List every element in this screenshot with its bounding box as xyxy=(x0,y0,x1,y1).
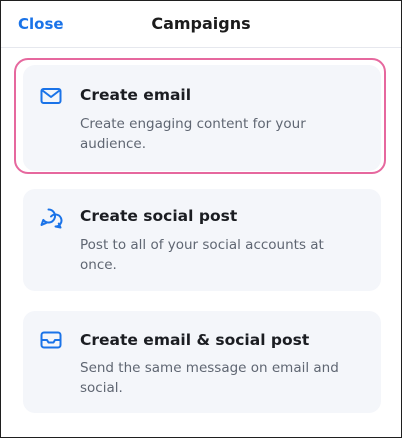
option-title: Create social post xyxy=(80,207,238,225)
header-bar: Close Campaigns xyxy=(1,1,401,48)
inbox-icon xyxy=(39,328,63,352)
option-create-social-post[interactable]: Create social post Post to all of your s… xyxy=(23,189,381,291)
option-description: Send the same message on email and socia… xyxy=(80,360,339,396)
speech-bubbles-icon xyxy=(39,206,63,230)
campaigns-sheet: Close Campaigns Create email Create enga… xyxy=(0,0,402,438)
option-title: Create email xyxy=(80,86,192,104)
envelope-icon xyxy=(39,84,63,108)
option-create-email[interactable]: Create email Create engaging content for… xyxy=(23,65,381,171)
option-title: Create email & social post xyxy=(80,331,310,349)
option-description: Post to all of your social accounts at o… xyxy=(80,237,324,273)
option-create-email-and-social-post[interactable]: Create email & social post Send the same… xyxy=(23,311,381,413)
page-title: Campaigns xyxy=(151,14,251,33)
option-description: Create engaging content for your audienc… xyxy=(80,116,306,152)
